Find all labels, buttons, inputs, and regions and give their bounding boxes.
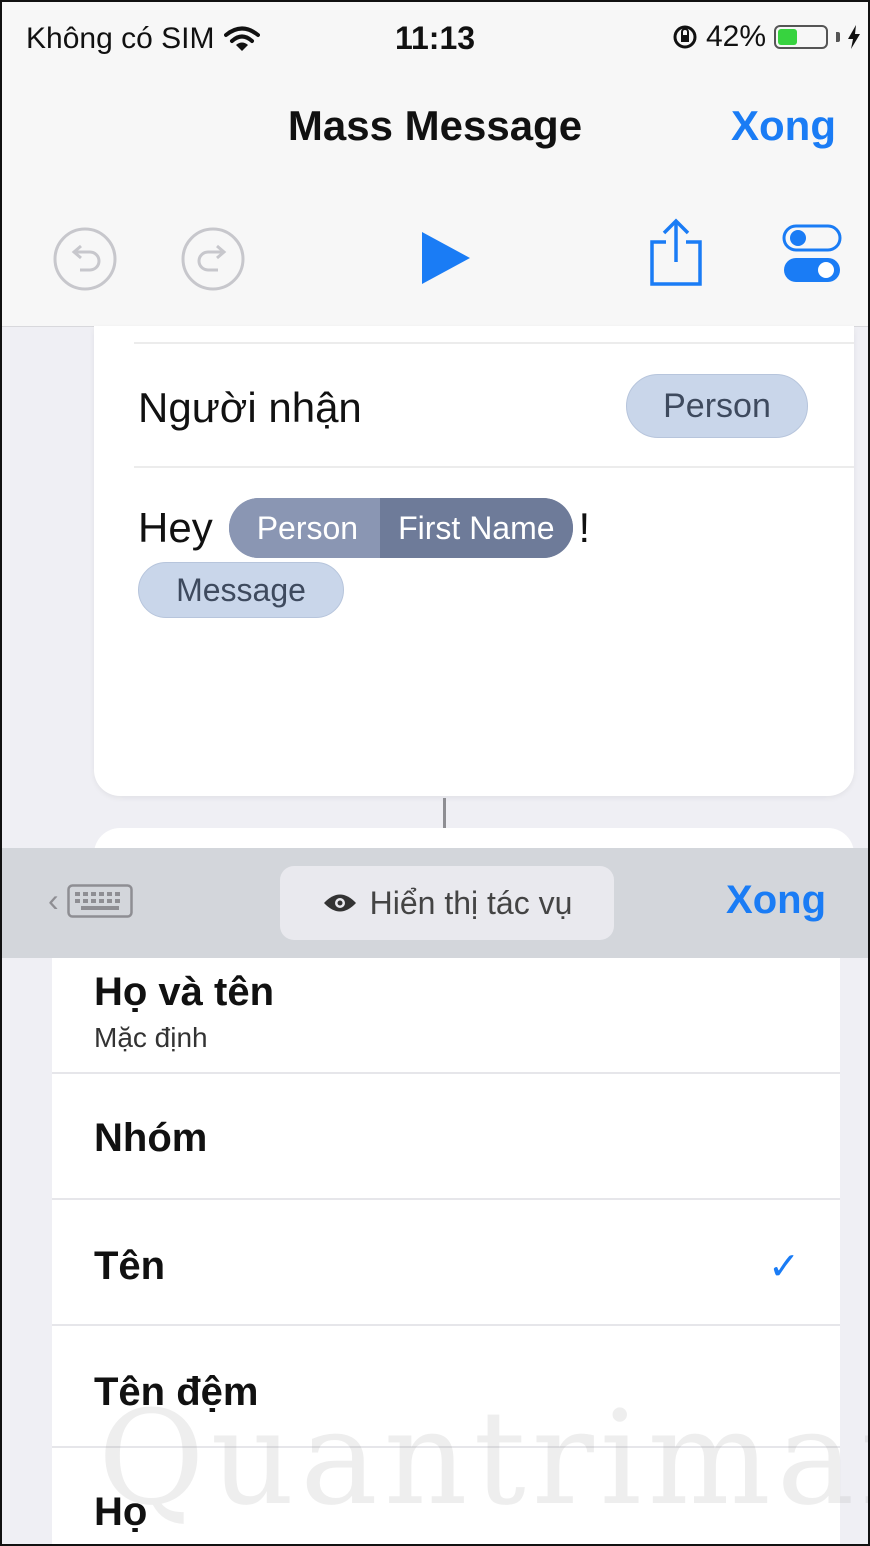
variable-source: Person [228, 498, 381, 558]
action-connector [443, 798, 446, 828]
list-item-group[interactable]: Nhóm [52, 1074, 840, 1200]
keyboard-done-button[interactable]: Xong [726, 878, 826, 923]
list-item-middle-name[interactable]: Tên đệm [52, 1326, 840, 1446]
send-message-action-card: Người nhận Person Hey Person First Name … [94, 326, 854, 796]
list-item-title: Tên [94, 1244, 166, 1288]
person-first-name-variable-pill[interactable]: Person First Name [228, 498, 573, 558]
message-variable-pill[interactable]: Message [138, 562, 344, 618]
app-frame: Không có SIM 11:13 42% Mass Message Xong… [0, 0, 870, 1546]
orientation-lock-icon [673, 25, 697, 49]
settings-button[interactable] [782, 224, 842, 289]
charging-bolt-icon [848, 25, 860, 49]
list-item-title: Nhóm [94, 1116, 208, 1160]
share-button[interactable] [648, 218, 704, 293]
keyboard-icon [66, 883, 133, 918]
property-picker-list: Họ và tên Mặc định Nhóm Tên ✓ Tên đệm Họ [52, 958, 840, 1544]
card-divider [134, 466, 854, 468]
status-right: 42% [672, 20, 860, 54]
list-item-subtitle: Mặc định [94, 1022, 208, 1053]
list-item-first-name[interactable]: Tên ✓ [52, 1200, 840, 1326]
editor-toolbar [2, 190, 868, 327]
variable-property: First Name [380, 498, 573, 558]
show-actions-label: Hiển thị tác vụ [369, 884, 573, 921]
recipient-variable-pill[interactable]: Person [626, 374, 808, 438]
checkmark-icon: ✓ [768, 1246, 800, 1288]
redo-button[interactable] [180, 226, 246, 297]
message-text-field[interactable]: Hey Person First Name ! [138, 498, 590, 558]
undo-icon [53, 227, 117, 291]
message-prefix: Hey [138, 504, 213, 551]
done-button[interactable]: Xong [731, 102, 836, 150]
show-actions-button[interactable]: Hiển thị tác vụ [280, 866, 614, 940]
list-item-title: Họ và tên [94, 970, 275, 1014]
message-suffix: ! [578, 504, 591, 551]
toggle-settings-icon [782, 224, 842, 282]
battery-icon [774, 25, 828, 49]
share-icon [650, 218, 702, 286]
play-icon [422, 232, 470, 284]
list-item-last-name[interactable]: Họ [52, 1446, 840, 1544]
chevron-left-icon: ‹ [48, 882, 59, 918]
navigation-bar: Mass Message Xong [2, 80, 868, 190]
list-item-title: Tên đệm [94, 1370, 259, 1414]
list-item-title: Họ [94, 1490, 148, 1534]
recipient-label: Người nhận [138, 384, 362, 431]
status-bar: Không có SIM 11:13 42% [2, 2, 868, 80]
card-divider-top [134, 342, 854, 344]
battery-tip [836, 32, 840, 42]
battery-percent: 42% [705, 20, 766, 53]
eye-icon [323, 894, 356, 912]
run-button[interactable] [420, 230, 472, 291]
list-item-full-name[interactable]: Họ và tên Mặc định [52, 958, 840, 1074]
undo-button[interactable] [52, 226, 118, 297]
keyboard-toggle-button[interactable]: ‹ [48, 882, 133, 919]
redo-icon [181, 227, 245, 291]
keyboard-accessory-bar: ‹ Hiển thị tác vụ Xong [2, 848, 868, 958]
